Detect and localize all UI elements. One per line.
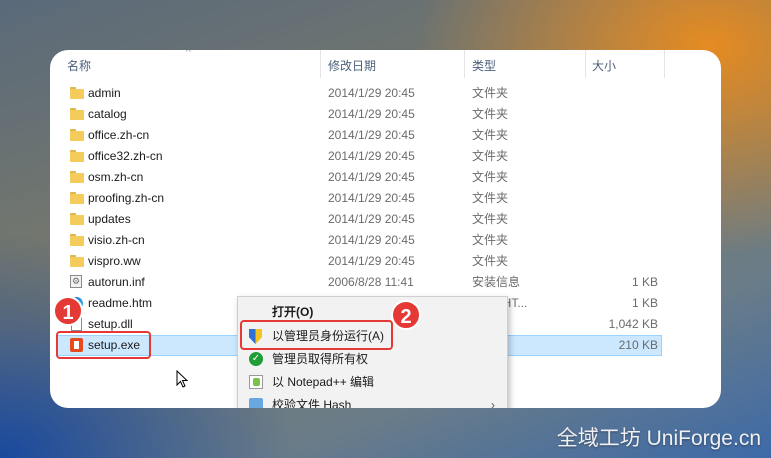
file-date: 2014/1/29 20:45 — [328, 170, 415, 184]
file-name: proofing.zh-cn — [88, 191, 165, 205]
column-size-header[interactable]: 大小 — [592, 57, 616, 74]
column-name-header[interactable]: 名称 — [67, 57, 91, 74]
mouse-cursor-icon — [176, 370, 188, 388]
menu-item-take-ownership[interactable]: ✓ 管理员取得所有权 — [238, 348, 507, 371]
file-type: 文件夹 — [472, 128, 509, 142]
file-date: 2014/1/29 20:45 — [328, 86, 415, 100]
file-explorer-window: ^ 名称 修改日期 类型 大小 admin 2014/1/29 20:45 文件夹 c… — [50, 50, 721, 408]
file-date: 2014/1/29 20:45 — [328, 107, 415, 121]
file-name: office.zh-cn — [88, 128, 150, 142]
callout-box-run-as-admin — [240, 320, 393, 350]
file-date: 2014/1/29 20:45 — [328, 191, 415, 205]
hash-icon — [249, 398, 263, 408]
ownership-shield-icon: ✓ — [249, 352, 263, 367]
file-type: 文件夹 — [472, 149, 509, 163]
column-date-header[interactable]: 修改日期 — [328, 57, 376, 74]
file-row[interactable]: catalog 2014/1/29 20:45 文件夹 — [50, 104, 721, 125]
folder-icon — [70, 192, 84, 204]
file-row[interactable]: office32.zh-cn 2014/1/29 20:45 文件夹 — [50, 146, 721, 167]
file-type: 文件夹 — [472, 233, 509, 247]
file-date: 2006/8/28 11:41 — [328, 275, 414, 289]
file-row[interactable]: autorun.inf 2006/8/28 11:41 安装信息 1 KB — [50, 271, 721, 293]
folder-icon — [70, 129, 84, 141]
column-separator[interactable] — [664, 50, 665, 78]
callout-box-setup-exe — [56, 331, 151, 359]
file-row[interactable]: osm.zh-cn 2014/1/29 20:45 文件夹 — [50, 167, 721, 188]
folder-icon — [70, 108, 84, 120]
file-row[interactable]: proofing.zh-cn 2014/1/29 20:45 文件夹 — [50, 188, 721, 209]
file-date: 2014/1/29 20:45 — [328, 128, 415, 142]
file-name: catalog — [88, 107, 127, 121]
file-row[interactable]: office.zh-cn 2014/1/29 20:45 文件夹 — [50, 125, 721, 146]
submenu-chevron-icon: › — [491, 398, 495, 408]
file-row[interactable]: vispro.ww 2014/1/29 20:45 文件夹 — [50, 251, 721, 272]
file-date: 2014/1/29 20:45 — [328, 233, 415, 247]
file-name: office32.zh-cn — [88, 149, 163, 163]
file-size: 1 KB — [631, 296, 658, 310]
file-name: visio.zh-cn — [88, 233, 145, 247]
file-row[interactable]: updates 2014/1/29 20:45 文件夹 — [50, 209, 721, 230]
file-type: 文件夹 — [472, 254, 509, 268]
file-name: vispro.ww — [88, 254, 141, 268]
file-name: updates — [88, 212, 131, 226]
watermark-text: 全域工坊 UniForge.cn — [556, 427, 761, 450]
step-badge-1: 1 — [53, 296, 83, 326]
column-separator[interactable] — [464, 50, 465, 78]
file-name: admin — [88, 86, 121, 100]
column-separator[interactable] — [320, 50, 321, 78]
file-name: osm.zh-cn — [88, 170, 144, 184]
column-type-header[interactable]: 类型 — [472, 57, 496, 74]
file-row[interactable]: admin 2014/1/29 20:45 文件夹 — [50, 83, 721, 104]
notepadpp-icon — [249, 375, 263, 390]
file-type: 安装信息 — [472, 275, 521, 289]
file-row[interactable]: visio.zh-cn 2014/1/29 20:45 文件夹 — [50, 230, 721, 251]
file-size: 1 KB — [631, 275, 658, 289]
file-name: autorun.inf — [88, 275, 145, 289]
sort-ascending-icon: ^ — [186, 50, 191, 58]
file-name: readme.htm — [88, 296, 153, 310]
file-type: 文件夹 — [472, 107, 509, 121]
file-type: 文件夹 — [472, 170, 509, 184]
step-badge-2: 2 — [391, 300, 421, 330]
folder-icon — [70, 171, 84, 183]
folder-icon — [70, 234, 84, 246]
file-date: 2014/1/29 20:45 — [328, 212, 415, 226]
settings-file-icon — [70, 271, 84, 292]
menu-item-take-ownership-label: 管理员取得所有权 — [272, 352, 369, 366]
column-header: ^ 名称 修改日期 类型 大小 — [50, 50, 721, 78]
folder-icon — [70, 150, 84, 162]
file-type: 文件夹 — [472, 191, 509, 205]
file-type: 文件夹 — [472, 212, 509, 226]
file-type: 文件夹 — [472, 86, 509, 100]
folder-icon — [70, 255, 84, 267]
menu-item-hash-label: 校验文件 Hash — [272, 398, 352, 408]
file-date: 2014/1/29 20:45 — [328, 254, 415, 268]
folder-icon — [70, 87, 84, 99]
folder-icon — [70, 213, 84, 225]
menu-item-hash[interactable]: 校验文件 Hash › — [238, 394, 507, 408]
file-size: 1,042 KB — [608, 317, 658, 331]
context-menu: 打开(O) 以管理员身份运行(A) ✓ 管理员取得所有权 以 Notepad++… — [237, 296, 508, 408]
menu-item-notepadpp[interactable]: 以 Notepad++ 编辑 — [238, 371, 507, 394]
column-separator[interactable] — [585, 50, 586, 78]
file-date: 2014/1/29 20:45 — [328, 149, 415, 163]
file-size: 210 KB — [618, 338, 658, 352]
menu-item-notepadpp-label: 以 Notepad++ 编辑 — [272, 375, 375, 389]
